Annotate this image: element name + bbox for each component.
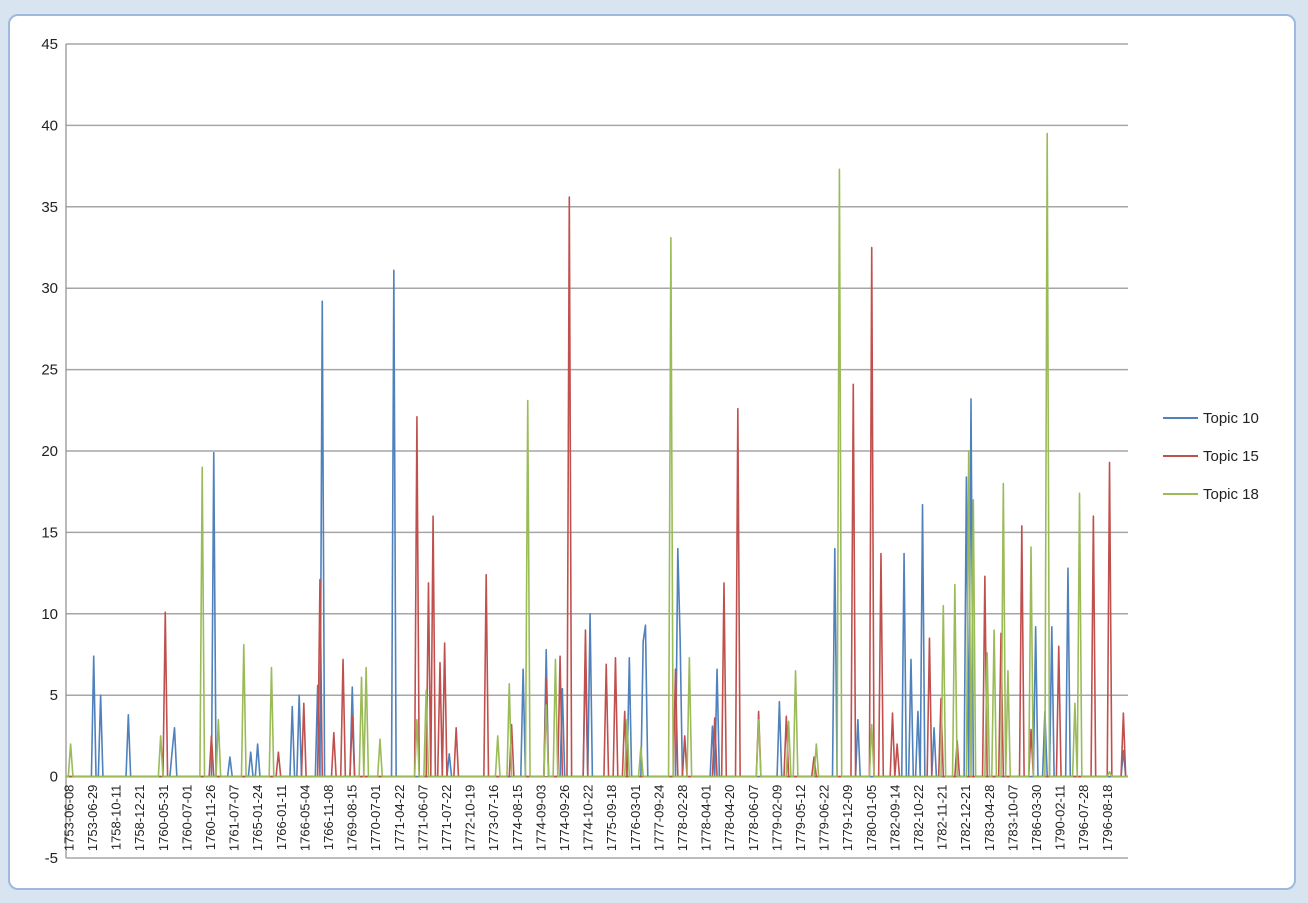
y-tick-label: 30 <box>41 280 58 297</box>
y-tick-label: 45 <box>41 36 58 53</box>
y-tick-label: 0 <box>50 769 58 786</box>
x-tick-label: 1783-04-28 <box>982 785 997 852</box>
series-lines <box>66 132 1128 778</box>
y-tick-label: -5 <box>45 850 58 867</box>
x-tick-label: 1771-07-22 <box>439 785 454 852</box>
x-tick-label: 1761-07-07 <box>227 785 242 852</box>
x-tick-label: 1779-02-09 <box>769 785 784 852</box>
x-tick-label: 1760-11-26 <box>203 785 218 851</box>
legend-label: Topic 10 <box>1203 410 1259 427</box>
x-tick-label: 1772-10-19 <box>463 785 478 852</box>
x-tick-label: 1783-10-07 <box>1005 785 1020 852</box>
x-tick-label: 1777-09-24 <box>651 785 666 852</box>
y-tick-label: 5 <box>50 687 58 704</box>
x-tick-label: 1770-07-01 <box>368 785 383 852</box>
x-tick-label: 1773-07-16 <box>486 785 501 852</box>
x-tick-label: 1779-12-09 <box>840 785 855 852</box>
x-tick-label: 1775-09-18 <box>604 785 619 852</box>
x-tick-label: 1776-03-01 <box>628 785 643 852</box>
y-tick-label: 40 <box>41 117 58 134</box>
x-tick-label: 1774-09-26 <box>557 785 572 852</box>
x-tick-label: 1779-05-12 <box>793 785 808 852</box>
legend: Topic 10 Topic 15 Topic 18 <box>1163 410 1259 503</box>
x-tick-label: 1796-07-28 <box>1076 785 1091 852</box>
y-tick-label: 20 <box>41 443 58 460</box>
y-tick-label: 10 <box>41 606 58 623</box>
x-tick-label: 1760-05-31 <box>156 785 171 852</box>
x-tick-label: 1778-04-01 <box>699 785 714 852</box>
legend-label: Topic 15 <box>1203 448 1259 465</box>
x-tick-label: 1778-04-20 <box>722 785 737 852</box>
x-tick-label: 1769-08-15 <box>345 785 360 852</box>
x-tick-label: 1774-08-15 <box>510 785 525 852</box>
x-tick-label: 1774-09-03 <box>533 785 548 852</box>
x-tick-label: 1778-06-07 <box>746 785 761 852</box>
x-tick-label: 1753-06-08 <box>61 785 76 852</box>
x-tick-label: 1766-01-11 <box>274 785 289 851</box>
line-chart: -5 0 5 10 15 20 25 30 35 40 45 1753-06-08 1753-06-2… <box>41 36 1259 867</box>
x-tick-label: 1766-05-04 <box>297 785 312 852</box>
y-tick-label: 25 <box>41 362 58 379</box>
x-tick-label: 1765-01-24 <box>250 785 265 852</box>
x-axis-ticks: 1753-06-08 1753-06-29 1758-10-11 1758-12-21… <box>61 785 1114 852</box>
x-tick-label: 1782-12-21 <box>958 785 973 852</box>
x-tick-label: 1786-03-30 <box>1029 785 1044 852</box>
x-tick-label: 1758-12-21 <box>132 785 147 852</box>
x-tick-label: 1774-10-22 <box>581 785 596 852</box>
y-tick-label: 35 <box>41 199 58 216</box>
x-tick-label: 1780-01-05 <box>864 785 879 852</box>
x-tick-label: 1753-06-29 <box>85 785 100 852</box>
y-tick-label: 15 <box>41 524 58 541</box>
x-tick-label: 1760-07-01 <box>179 785 194 852</box>
x-tick-label: 1771-04-22 <box>392 785 407 852</box>
y-axis-ticks: -5 0 5 10 15 20 25 30 35 40 45 <box>41 36 58 867</box>
x-tick-label: 1779-06-22 <box>817 785 832 852</box>
x-tick-label: 1778-02-28 <box>675 785 690 852</box>
x-tick-label: 1766-11-08 <box>321 785 336 851</box>
x-tick-label: 1758-10-11 <box>109 785 124 851</box>
legend-label: Topic 18 <box>1203 486 1259 503</box>
x-tick-label: 1796-08-18 <box>1100 785 1115 852</box>
x-tick-label: 1771-06-07 <box>415 785 430 852</box>
x-tick-label: 1782-09-14 <box>887 785 902 852</box>
x-tick-label: 1782-11-21 <box>935 785 950 851</box>
x-tick-label: 1782-10-22 <box>911 785 926 852</box>
x-tick-label: 1790-02-11 <box>1053 785 1068 851</box>
